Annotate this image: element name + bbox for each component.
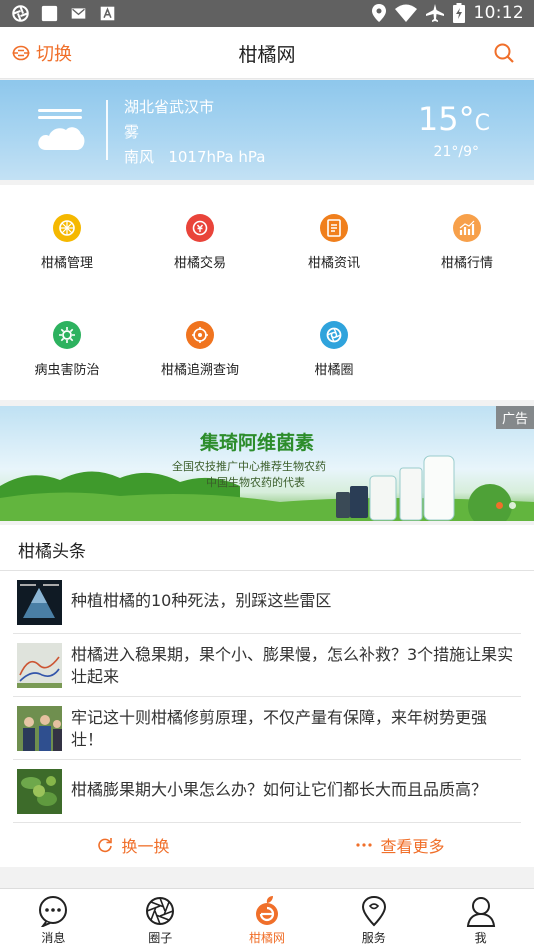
tab-home[interactable]: 柑橘网 (214, 889, 321, 950)
carousel-indicator (496, 502, 516, 509)
citrus-slice-icon (53, 214, 81, 242)
more-dots-icon (356, 843, 373, 847)
news-thumbnail (17, 706, 62, 751)
ad-banner[interactable]: 广告 集琦阿维菌素 全国农技推广中心推荐生物农药 中国生物农药的代表 (0, 406, 534, 521)
tab-circle[interactable]: 圈子 (107, 889, 214, 950)
news-actions: 换一换 查看更多 (0, 823, 534, 867)
banner-subslogan: 中国生物农药的代表 (206, 476, 305, 489)
tab-label: 柑橘网 (248, 931, 285, 945)
refresh-button[interactable]: 换一换 (0, 823, 267, 867)
weather-city: 湖北省武汉市 (124, 98, 215, 116)
status-bar: 10:12 (0, 0, 534, 27)
news-section: 柑橘头条 种植柑橘的10种死法，别踩这些雷区 柑橘进入稳果期，果个小、膨果慢，怎… (0, 525, 534, 867)
temperature: 15°C (418, 100, 490, 138)
banner-slogan: 全国农技推广中心推荐生物农药 (172, 460, 326, 473)
carousel-dot (496, 502, 503, 509)
tab-label: 圈子 (148, 931, 173, 945)
orange-icon (255, 896, 278, 925)
feature-traceability[interactable]: 柑橘追溯查询 (133, 321, 267, 378)
view-more-label: 查看更多 (380, 837, 445, 856)
banner-brand: 集琦阿维菌素 (200, 432, 315, 454)
news-item[interactable]: 牢记这十则柑橘修剪原理，不仅产量有保障，来年树势更强壮！ (13, 697, 521, 760)
user-icon (466, 897, 495, 927)
tab-label: 我 (474, 931, 487, 945)
square-icon (41, 5, 58, 22)
location-pin-icon (361, 895, 386, 927)
document-icon (320, 214, 348, 242)
tab-me[interactable]: 我 (427, 889, 534, 950)
bar-chart-icon (453, 214, 481, 242)
news-item[interactable]: 种植柑橘的10种死法，别踩这些雷区 (13, 571, 521, 634)
mail-icon (71, 8, 86, 19)
chat-icon (39, 896, 68, 927)
news-title: 柑橘膨果期大小果怎么办？如何让它们都长大而且品质高？ (71, 780, 488, 799)
ad-label: 广告 (495, 406, 534, 429)
tab-service[interactable]: 服务 (320, 889, 427, 950)
feature-label: 柑橘圈 (314, 363, 354, 378)
app-header: 切换 柑橘网 (0, 27, 534, 79)
temperature-range: 21°/9° (433, 144, 479, 160)
carousel-dot (509, 502, 516, 509)
news-title: 柑橘进入稳果期，果个小、膨果慢，怎么补救？3个措施让果实壮起来 (71, 645, 514, 686)
weather-condition: 雾 (124, 123, 140, 141)
bottom-tab-bar: 消息 圈子 柑橘网 服务 我 (0, 888, 534, 950)
refresh-icon (98, 838, 113, 853)
news-title: 牢记这十则柑橘修剪原理，不仅产量有保障，来年树势更强壮！ (71, 708, 488, 749)
battery-icon (452, 3, 465, 23)
feature-label: 柑橘行情 (440, 256, 493, 271)
clock: 10:12 (473, 3, 524, 23)
news-item[interactable]: 柑橘进入稳果期，果个小、膨果慢，怎么补救？3个措施让果实壮起来 (13, 634, 521, 697)
feature-citrus-circle[interactable]: 柑橘圈 (267, 321, 401, 378)
temperature-value: 15° (417, 100, 475, 138)
feature-citrus-news[interactable]: 柑橘资讯 (267, 214, 401, 271)
aperture-icon (320, 321, 348, 349)
weather-card[interactable]: 湖北省武汉市 雾 南风 1017hPa hPa 15°C 21°/9° (0, 80, 534, 180)
wind-direction: 南风 (124, 148, 155, 166)
feature-citrus-management[interactable]: 柑橘管理 (0, 214, 134, 271)
aperture-icon (146, 897, 175, 925)
feature-label: 病虫害防治 (34, 363, 100, 378)
font-icon (100, 6, 115, 21)
news-thumbnail (17, 769, 62, 814)
feature-label: 柑橘追溯查询 (160, 363, 239, 378)
aperture-icon (12, 5, 29, 22)
feature-citrus-trade[interactable]: 柑橘交易 (133, 214, 267, 271)
news-thumbnail (17, 580, 62, 625)
gear-virus-icon (53, 321, 81, 349)
feature-label: 柑橘资讯 (307, 256, 360, 271)
news-item[interactable]: 柑橘膨果期大小果怎么办？如何让它们都长大而且品质高？ (13, 760, 521, 823)
temperature-unit: C (474, 111, 490, 136)
weather-wind-pressure: 南风 1017hPa hPa (124, 146, 265, 167)
tab-messages[interactable]: 消息 (0, 889, 107, 950)
location-icon (371, 4, 386, 22)
feature-label: 柑橘管理 (40, 256, 93, 271)
tab-label: 服务 (361, 931, 386, 945)
feature-grid: 柑橘管理 柑橘交易 柑橘资讯 柑橘行情 病虫害防治 柑橘追溯查询 柑橘圈 (0, 185, 534, 400)
weather-divider (106, 100, 108, 160)
refresh-label: 换一换 (121, 837, 170, 856)
view-more-button[interactable]: 查看更多 (267, 823, 534, 867)
feature-citrus-market[interactable]: 柑橘行情 (400, 214, 534, 271)
feature-pest-control[interactable]: 病虫害防治 (0, 321, 134, 378)
airplane-icon (425, 4, 444, 22)
news-section-title: 柑橘头条 (0, 525, 534, 571)
wifi-icon (394, 4, 417, 22)
page-title: 柑橘网 (238, 44, 296, 66)
news-thumbnail (17, 643, 62, 688)
search-icon[interactable] (494, 43, 514, 63)
trade-coin-icon (186, 214, 214, 242)
tab-label: 消息 (41, 931, 66, 945)
fog-cloud-icon (38, 109, 85, 150)
feature-label: 柑橘交易 (173, 256, 226, 271)
air-pressure: 1017hPa hPa (168, 148, 266, 166)
target-icon (186, 321, 214, 349)
news-title: 种植柑橘的10种死法，别踩这些雷区 (71, 591, 332, 610)
